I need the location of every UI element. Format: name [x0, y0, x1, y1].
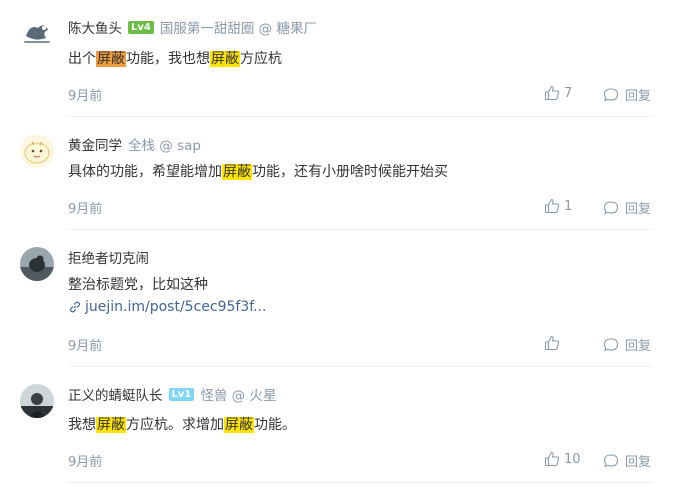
comment-time: 9月前 — [68, 202, 103, 217]
author-name[interactable]: 正义的蜻蜓队长 — [68, 384, 163, 404]
text-part: 功能。 — [254, 417, 296, 433]
reply-button[interactable]: 回复 — [603, 198, 651, 217]
avatar[interactable] — [20, 14, 54, 48]
divider — [68, 366, 653, 367]
author-name[interactable]: 陈大鱼头 — [68, 17, 122, 37]
reply-button[interactable]: 回复 — [603, 335, 651, 354]
divider — [68, 116, 653, 117]
thumbs-up-icon — [544, 85, 560, 101]
divider — [68, 229, 653, 230]
comment-bubble-icon — [603, 87, 619, 102]
comment-bubble-icon — [603, 200, 619, 215]
author-job: 怪兽 @ 火星 — [200, 388, 277, 404]
text-part: 功能，还有小册啥时候能开始买 — [252, 164, 448, 180]
comment-bubble-icon — [603, 453, 619, 468]
text-part: 方应杭 — [240, 51, 282, 67]
level-badge: Lv1 — [168, 387, 195, 401]
reply-label: 回复 — [625, 339, 652, 354]
like-button[interactable]: 1 — [544, 198, 572, 214]
comment-time: 9月前 — [68, 339, 103, 354]
comment-time: 9月前 — [68, 455, 103, 470]
reply-label: 回复 — [625, 202, 652, 217]
text-part: 方应杭。求增加 — [126, 417, 224, 433]
comment-text: 我想屏蔽方应杭。求增加屏蔽功能。 — [68, 414, 296, 434]
author-job: 全栈 @ sap — [128, 138, 201, 154]
like-count: 10 — [564, 451, 581, 467]
comment-text: 具体的功能，希望能增加屏蔽功能，还有小册啥时候能开始买 — [68, 161, 448, 181]
comment-text: 出个屏蔽功能，我也想屏蔽方应杭 — [68, 48, 282, 68]
comment-time: 9月前 — [68, 89, 103, 104]
comment-link[interactable]: juejin.im/post/5cec95f3f... — [68, 299, 267, 315]
text-part: 具体的功能，希望能增加 — [68, 164, 222, 180]
divider — [68, 482, 653, 483]
like-count: 7 — [564, 85, 573, 101]
thumbs-up-icon — [544, 451, 560, 467]
like-count: 1 — [564, 198, 573, 214]
thumbs-up-icon — [544, 198, 560, 214]
author-name[interactable]: 拒绝者切克闹 — [68, 247, 149, 267]
like-button[interactable]: 10 — [544, 451, 581, 467]
highlight-keyword: 屏蔽 — [224, 417, 254, 433]
like-button[interactable] — [544, 335, 560, 351]
reply-label: 回复 — [625, 455, 652, 470]
link-icon — [69, 301, 81, 313]
link-text[interactable]: juejin.im/post/5cec95f3f... — [85, 299, 267, 315]
avatar[interactable] — [20, 384, 54, 418]
highlight-keyword: 屏蔽 — [96, 51, 126, 67]
author-name[interactable]: 黄金同学 — [68, 134, 122, 154]
avatar[interactable] — [20, 134, 54, 168]
thumbs-up-icon — [544, 335, 560, 351]
highlight-keyword: 屏蔽 — [222, 164, 252, 180]
avatar[interactable] — [20, 247, 54, 281]
reply-button[interactable]: 回复 — [603, 451, 651, 470]
highlight-keyword: 屏蔽 — [210, 51, 240, 67]
author-job: 国服第一甜甜圈 @ 糖果厂 — [159, 21, 317, 37]
highlight-keyword: 屏蔽 — [96, 417, 126, 433]
like-button[interactable]: 7 — [544, 85, 572, 101]
comment-text: 整治标题党，比如这种 — [68, 277, 208, 293]
reply-button[interactable]: 回复 — [603, 85, 651, 104]
text-part: 出个 — [68, 51, 96, 67]
comment-list: 陈大鱼头 Lv4 国服第一甜甜圈 @ 糖果厂 出个屏蔽功能，我也想屏蔽方应杭 9… — [0, 0, 697, 487]
reply-label: 回复 — [625, 89, 652, 104]
comment-bubble-icon — [603, 337, 619, 352]
level-badge: Lv4 — [128, 20, 154, 34]
text-part: 我想 — [68, 417, 96, 433]
text-part: 功能，我也想 — [126, 51, 210, 67]
